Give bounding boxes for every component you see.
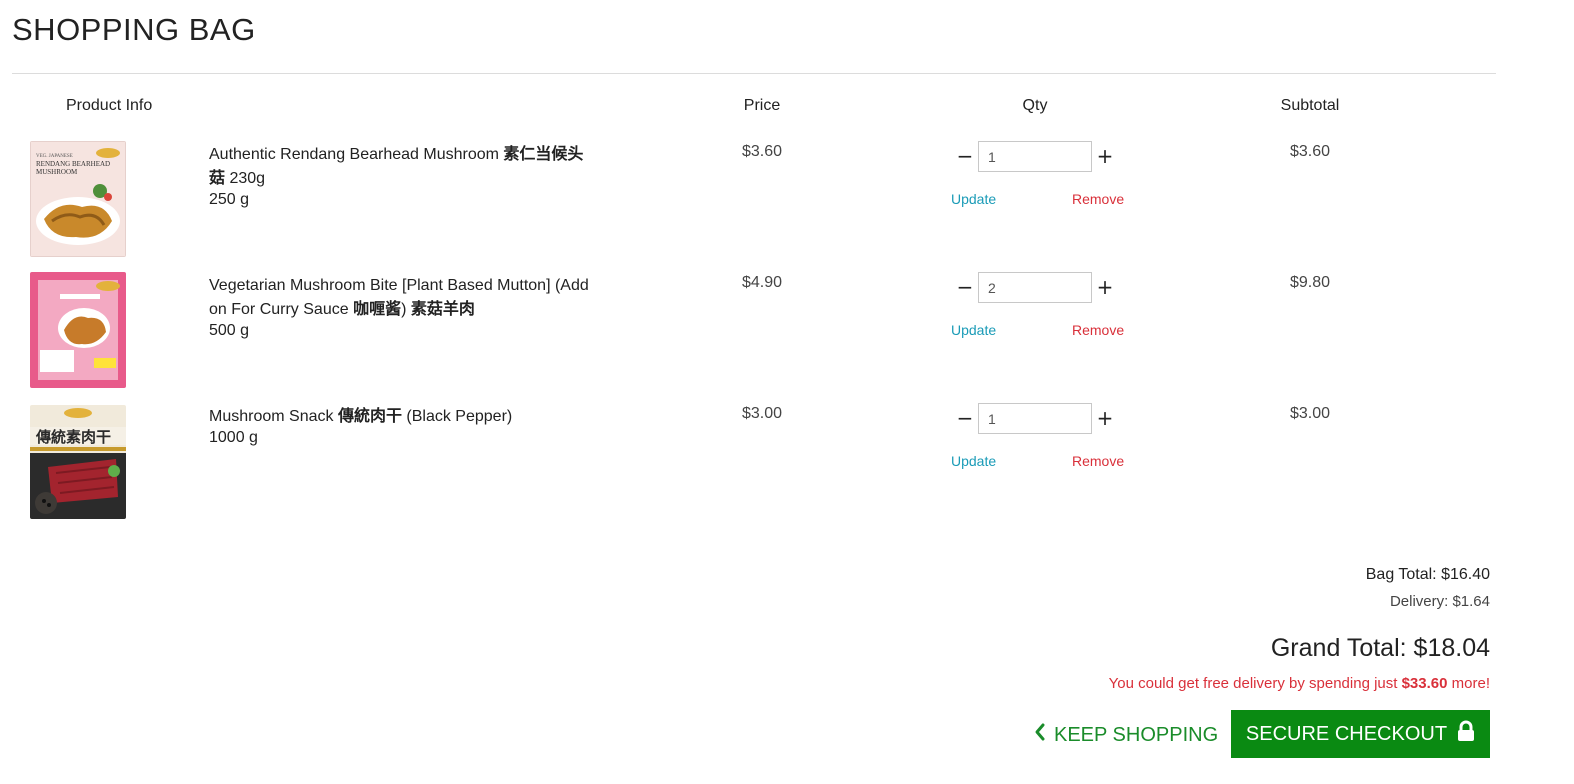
product-name-text: ) — [401, 301, 411, 318]
grand-total: Grand Total: $18.04 — [1270, 634, 1490, 662]
qty-decrease-button[interactable]: − — [955, 403, 975, 433]
header-divider — [12, 73, 1496, 74]
product-name-text: Authentic Rendang Bearhead Mushroom — [209, 146, 504, 163]
delivery-fee: Delivery: $1.64 — [1389, 593, 1490, 610]
qty-input[interactable] — [978, 141, 1092, 172]
qty-input[interactable] — [978, 272, 1092, 303]
qty-input[interactable] — [978, 403, 1092, 434]
product-thumbnail[interactable] — [30, 272, 126, 388]
qty-decrease-button[interactable]: − — [955, 141, 975, 171]
column-header-qty: Qty — [1022, 97, 1048, 114]
cart-row: Vegetarian Mushroom Bite [Plant Based Mu… — [0, 264, 1574, 395]
product-price: $3.00 — [741, 405, 783, 422]
chevron-left-icon — [1034, 722, 1046, 748]
update-link[interactable]: Update — [951, 322, 996, 338]
product-name-text: Mushroom Snack — [209, 408, 338, 425]
free-delivery-suffix: more! — [1447, 675, 1490, 692]
qty-increase-button[interactable]: + — [1095, 141, 1115, 171]
column-header-product: Product Info — [66, 97, 153, 114]
cart-row: 傳統素肉干 Mushroom Snack 傳統肉干 (Black Pepper)… — [0, 395, 1574, 526]
product-thumbnail[interactable]: VEG. JAPANESE RENDANG BEARHEAD MUSHROOM — [30, 141, 126, 257]
free-delivery-amount: $33.60 — [1401, 675, 1448, 692]
keep-shopping-link[interactable]: KEEP SHOPPING — [1034, 722, 1218, 748]
product-size: 500 g — [209, 322, 250, 339]
cart-row: VEG. JAPANESE RENDANG BEARHEAD MUSHROOM … — [0, 133, 1574, 264]
update-link[interactable]: Update — [951, 453, 996, 469]
product-name-chinese: 傳統肉干 — [337, 408, 402, 425]
product-name[interactable]: Mushroom Snack 傳統肉干 (Black Pepper) — [209, 405, 589, 429]
product-price: $3.60 — [741, 143, 783, 160]
product-thumbnail[interactable]: 傳統素肉干 — [30, 405, 126, 519]
product-name[interactable]: Vegetarian Mushroom Bite [Plant Based Mu… — [209, 274, 589, 322]
product-name-text: (Black Pepper) — [401, 408, 513, 425]
remove-link[interactable]: Remove — [1072, 191, 1124, 207]
product-name[interactable]: Authentic Rendang Bearhead Mushroom 素仁当候… — [209, 143, 589, 191]
free-delivery-prefix: You could get free delivery by spending … — [1108, 675, 1402, 692]
thumbnail-text: 傳統素肉干 — [35, 428, 111, 446]
update-link[interactable]: Update — [951, 191, 996, 207]
product-name-chinese: 素菇羊肉 — [410, 301, 475, 318]
free-delivery-message: You could get free delivery by spending … — [1109, 675, 1490, 692]
thumbnail-text: VEG. JAPANESE — [36, 154, 73, 159]
remove-link[interactable]: Remove — [1072, 322, 1124, 338]
secure-checkout-button[interactable]: SECURE CHECKOUT — [1231, 710, 1490, 758]
keep-shopping-label: KEEP SHOPPING — [1054, 723, 1219, 746]
column-header-subtotal: Subtotal — [1280, 97, 1340, 114]
thumbnail-text: MUSHROOM — [36, 168, 78, 176]
secure-checkout-label: SECURE CHECKOUT — [1245, 722, 1448, 745]
product-name-text: 230g — [225, 170, 266, 187]
thumbnail-text: RENDANG BEARHEAD — [36, 160, 110, 168]
product-size: 1000 g — [209, 429, 258, 446]
bag-total: Bag Total: $16.40 — [1365, 566, 1490, 583]
product-subtotal: $9.80 — [1289, 274, 1331, 291]
product-subtotal: $3.60 — [1289, 143, 1331, 160]
qty-decrease-button[interactable]: − — [955, 272, 975, 302]
qty-increase-button[interactable]: + — [1095, 272, 1115, 302]
remove-link[interactable]: Remove — [1072, 453, 1124, 469]
lock-icon — [1457, 720, 1475, 748]
product-name-chinese: 咖喱酱 — [353, 301, 402, 318]
column-header-price: Price — [743, 97, 781, 114]
product-subtotal: $3.00 — [1289, 405, 1331, 422]
qty-increase-button[interactable]: + — [1095, 403, 1115, 433]
page-title: SHOPPING BAG — [12, 12, 256, 47]
product-size: 250 g — [209, 191, 250, 208]
product-price: $4.90 — [741, 274, 783, 291]
